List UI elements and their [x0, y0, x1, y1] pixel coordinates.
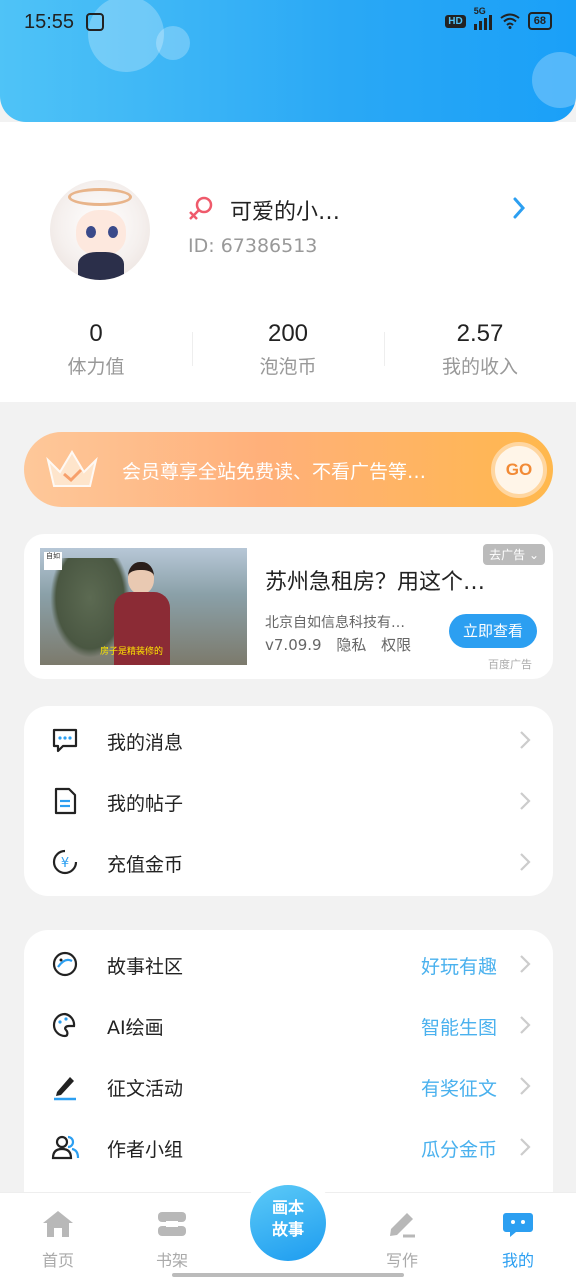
stat-label: 体力值 [67, 356, 125, 378]
chevron-right-icon [520, 955, 531, 973]
message-icon [52, 728, 78, 753]
menu-item-writing-contest[interactable]: 征文活动 有奖征文 [24, 1056, 553, 1117]
remove-ad-button[interactable]: 去广告 ⌄ [483, 544, 545, 565]
chevron-right-icon [520, 853, 531, 871]
menu-item-ai-painting[interactable]: AI绘画 智能生图 [24, 995, 553, 1056]
status-bar: 15:55 HD 5G 68 [0, 0, 576, 46]
status-time: 15:55 [24, 11, 75, 33]
menu-card-secondary: 故事社区 好玩有趣 AI绘画 智能生图 征文活动 有奖征文 作者小组 瓜分金币 [24, 930, 553, 1192]
menu-item-label: AI绘画 [107, 1017, 164, 1039]
chevron-right-icon [520, 731, 531, 749]
mine-chat-icon [503, 1213, 533, 1237]
user-id-value: 67386513 [220, 235, 318, 257]
profile-chevron-right-icon[interactable] [512, 196, 526, 220]
document-icon [54, 787, 77, 815]
nav-bookshelf[interactable]: 书架 [142, 1209, 202, 1271]
menu-item-hint: 有奖征文 [420, 1078, 497, 1100]
vip-banner-text: 会员尊享全站免费读、不看广告等… [122, 461, 427, 483]
write-icon [390, 1213, 415, 1238]
menu-item-label: 我的帖子 [107, 793, 184, 815]
bookshelf-icon [158, 1212, 186, 1236]
ad-image[interactable]: 自如 房子是精装修的 [40, 548, 247, 665]
ad-cta-button[interactable]: 立即查看 [449, 614, 537, 648]
menu-item-hint: 瓜分金币 [420, 1139, 497, 1161]
pen-icon [54, 1077, 76, 1101]
user-id: ID: 67386513 [188, 235, 317, 257]
stat-income[interactable]: 2.57 我的收入 [384, 320, 576, 380]
nav-picture-story-button[interactable]: 画本 故事 [250, 1185, 326, 1261]
ad-company: 北京自如信息科技有… [265, 615, 405, 631]
nav-mine-label: 我的 [501, 1251, 534, 1270]
ad-meta: v7.09.9 隐私 权限 [265, 634, 421, 655]
stat-label: 泡泡币 [259, 356, 317, 378]
bottom-nav: 首页 书架 画本 故事 写作 我的 [0, 1175, 576, 1280]
nav-home-label: 首页 [41, 1251, 74, 1270]
stat-bubble-coins[interactable]: 200 泡泡币 [192, 320, 384, 380]
menu-item-hint: 好玩有趣 [420, 956, 497, 978]
menu-card-primary: 我的消息 我的帖子 ¥ 充值金币 [24, 706, 553, 896]
signal-icon: 5G [473, 6, 492, 30]
nickname: 可爱的小… [230, 200, 341, 225]
menu-item-label: 作者小组 [107, 1139, 184, 1161]
menu-item-story-community[interactable]: 故事社区 好玩有趣 [24, 934, 553, 995]
notification-icon [86, 13, 104, 31]
menu-item-recharge[interactable]: ¥ 充值金币 [24, 832, 553, 893]
header-background: 15:55 HD 5G 68 [0, 0, 576, 122]
vip-go-button[interactable]: GO [491, 442, 547, 498]
ad-permission-link[interactable]: 权限 [381, 636, 411, 654]
decor-bubble-right [532, 52, 576, 108]
crown-icon [46, 450, 98, 487]
menu-item-author-group[interactable]: 作者小组 瓜分金币 [24, 1117, 553, 1178]
stats-row: 0 体力值 200 泡泡币 2.57 我的收入 [0, 320, 576, 380]
stat-label: 我的收入 [441, 356, 518, 378]
ad-title[interactable]: 苏州急租房？用这个… [265, 564, 485, 596]
vip-banner[interactable]: 会员尊享全站免费读、不看广告等… GO [24, 432, 553, 507]
menu-item-label: 充值金币 [107, 854, 184, 876]
menu-item-label: 故事社区 [107, 956, 184, 978]
home-indicator[interactable] [172, 1273, 404, 1277]
chevron-right-icon [520, 792, 531, 810]
female-icon [189, 196, 213, 220]
remove-ad-label: 去广告 [489, 548, 526, 562]
battery-icon: 68 [527, 12, 552, 30]
center-label-line2: 故事 [271, 1220, 304, 1239]
nav-mine[interactable]: 我的 [488, 1209, 548, 1271]
center-label-line1: 画本 [271, 1198, 304, 1217]
stat-value: 2.57 [456, 320, 504, 347]
home-icon [43, 1211, 73, 1237]
menu-item-label: 我的消息 [107, 732, 184, 754]
ad-source: 百度广告 [488, 658, 532, 671]
user-id-label: ID: [188, 235, 215, 257]
planet-icon [52, 951, 78, 977]
stat-stamina[interactable]: 0 体力值 [0, 320, 192, 380]
avatar[interactable] [50, 180, 150, 280]
hd-icon: HD [445, 14, 466, 28]
yuan-coin-icon: ¥ [52, 849, 78, 875]
ad-image-caption: 房子是精装修的 [100, 647, 164, 657]
menu-item-posts[interactable]: 我的帖子 [24, 771, 553, 832]
ad-card[interactable]: 自如 房子是精装修的 去广告 ⌄ 苏州急租房？用这个… 北京自如信息科技有… v… [24, 534, 553, 679]
ad-image-logo: 自如 [44, 552, 62, 570]
nav-write-label: 写作 [385, 1251, 418, 1270]
nav-bookshelf-label: 书架 [155, 1251, 188, 1270]
profile-card[interactable]: 可爱的小… ID: 67386513 0 体力值 200 泡泡币 2.57 我的… [0, 122, 576, 402]
wifi-icon [500, 13, 520, 29]
nav-home[interactable]: 首页 [28, 1209, 88, 1271]
stat-value: 200 [267, 320, 309, 347]
nav-write[interactable]: 写作 [372, 1209, 432, 1271]
menu-item-label: 征文活动 [107, 1078, 184, 1100]
palette-icon [52, 1012, 76, 1038]
chevron-right-icon [520, 1016, 531, 1034]
stat-value: 0 [89, 320, 103, 347]
group-icon [51, 1135, 80, 1160]
menu-item-hint: 智能生图 [420, 1017, 497, 1039]
menu-item-messages[interactable]: 我的消息 [24, 710, 553, 771]
svg-text:¥: ¥ [61, 856, 69, 871]
network-type: 5G [473, 6, 486, 16]
chevron-right-icon [520, 1138, 531, 1156]
ad-version: v7.09.9 [265, 636, 322, 654]
chevron-right-icon [520, 1077, 531, 1095]
ad-privacy-link[interactable]: 隐私 [336, 636, 366, 654]
